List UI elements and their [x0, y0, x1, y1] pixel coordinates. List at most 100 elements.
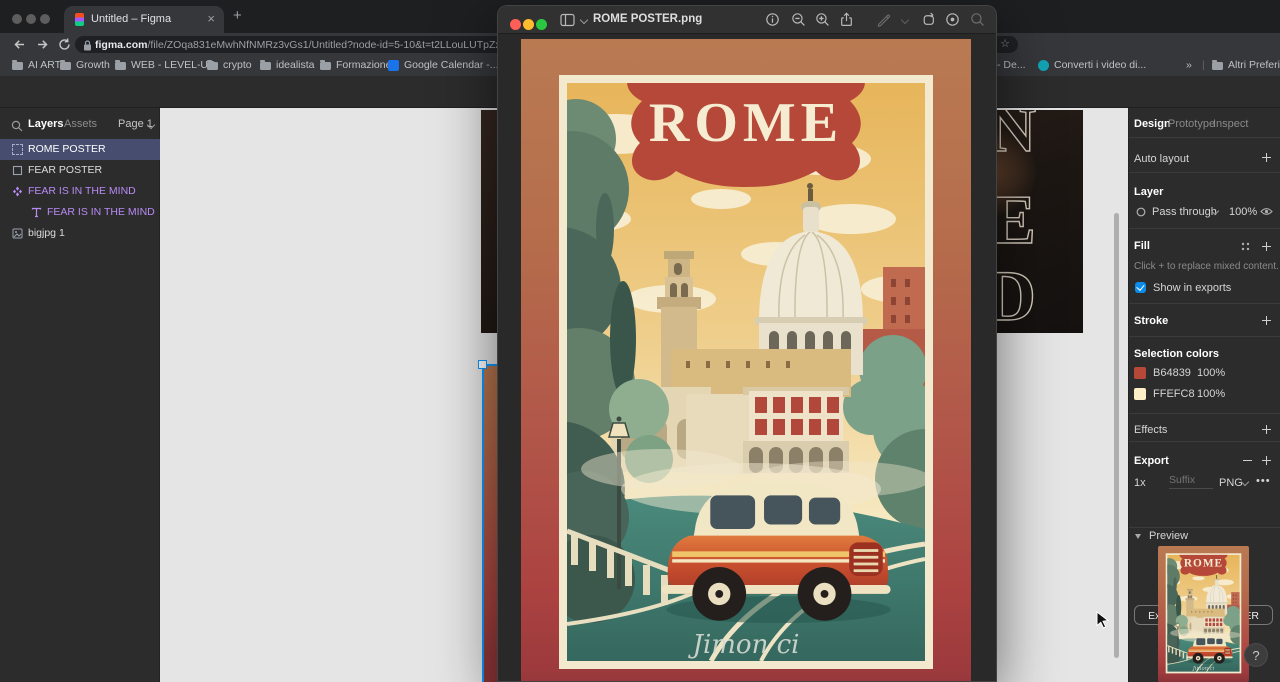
- bookmark-ai-art[interactable]: AI ART: [12, 59, 61, 73]
- ql-close-icon[interactable]: [510, 19, 521, 30]
- add-export-button[interactable]: [1262, 456, 1271, 465]
- color-opacity-1[interactable]: 100%: [1197, 367, 1225, 379]
- info-icon[interactable]: [765, 12, 780, 27]
- color-swatch-red[interactable]: [1134, 367, 1146, 379]
- url-domain: figma.com: [95, 39, 148, 51]
- folder-icon: [260, 62, 271, 70]
- back-icon[interactable]: [12, 37, 27, 52]
- bookmark-crypto[interactable]: crypto: [207, 59, 252, 73]
- markup-pen-icon[interactable]: [876, 12, 891, 27]
- forward-icon[interactable]: [35, 37, 50, 52]
- color-hex-1[interactable]: B64839: [1153, 367, 1191, 379]
- bookmark-star-icon[interactable]: ☆: [1000, 37, 1010, 50]
- lock-icon: [83, 40, 92, 51]
- canvas-scrollbar[interactable]: [1114, 213, 1119, 658]
- calendar-icon: [388, 60, 399, 71]
- url-path: /file/ZOqa831eMwhNfNMRz3vGs1/Untitled?no…: [148, 39, 523, 51]
- chevron-down-icon[interactable]: [580, 16, 588, 24]
- share-icon[interactable]: [839, 12, 854, 27]
- color-opacity-2[interactable]: 100%: [1197, 388, 1225, 400]
- layers-panel: Layers Assets Page 1 ROME POSTER FEAR PO…: [0, 108, 160, 682]
- rotate-icon[interactable]: [921, 12, 936, 27]
- rome-poster-thumbnail-art: [1158, 546, 1249, 682]
- tab-prototype[interactable]: Prototype: [1168, 118, 1215, 130]
- layer-row-rome-poster[interactable]: ROME POSTER: [0, 139, 160, 160]
- reload-icon[interactable]: [57, 37, 72, 52]
- bookmark-web-level-up[interactable]: WEB - LEVEL-UP: [115, 59, 215, 73]
- ql-minimize-icon[interactable]: [523, 19, 534, 30]
- layer-row-fear-poster[interactable]: FEAR POSTER: [0, 160, 160, 181]
- folder-icon: [12, 62, 23, 70]
- url-text: figma.com/file/ZOqa831eMwhNfNMRz3vGs1/Un…: [95, 39, 522, 51]
- window-zoom-icon[interactable]: [40, 14, 50, 24]
- export-suffix-input[interactable]: [1169, 474, 1213, 489]
- export-section-label: Export: [1134, 455, 1169, 467]
- bookmark-google-calendar[interactable]: Google Calendar -...: [388, 59, 499, 73]
- browser-tab[interactable]: Untitled – Figma ×: [64, 6, 224, 33]
- tab-design[interactable]: Design: [1134, 118, 1171, 130]
- component-icon: [12, 186, 23, 197]
- add-auto-layout-button[interactable]: [1262, 153, 1271, 162]
- chevron-down-icon[interactable]: [901, 16, 909, 24]
- blend-mode-select[interactable]: Pass through: [1152, 206, 1217, 218]
- add-stroke-button[interactable]: [1262, 316, 1271, 325]
- export-format-select[interactable]: PNG: [1219, 477, 1243, 489]
- window-minimize-icon[interactable]: [26, 14, 36, 24]
- color-swatch-cream[interactable]: [1134, 388, 1146, 400]
- divider: [1129, 413, 1280, 414]
- zoom-in-icon[interactable]: [815, 12, 830, 27]
- quicklook-window[interactable]: ROME POSTER.png: [497, 5, 997, 682]
- quicklook-title: ROME POSTER.png: [593, 13, 702, 25]
- divider: [1129, 228, 1280, 229]
- tab-assets[interactable]: Assets: [64, 118, 97, 130]
- tab-title: Untitled – Figma: [91, 13, 171, 25]
- tab-layers[interactable]: Layers: [28, 118, 63, 130]
- eye-icon[interactable]: [1260, 207, 1273, 216]
- bookmark-idealista[interactable]: idealista: [260, 59, 315, 73]
- bookmarks-overflow-icon[interactable]: »: [1186, 59, 1192, 73]
- layer-row-fear-text[interactable]: FEAR IS IN THE MIND: [0, 202, 160, 223]
- color-hex-2[interactable]: FFEFC8: [1153, 388, 1195, 400]
- remove-export-button[interactable]: [1243, 460, 1252, 461]
- selection-handle[interactable]: [478, 360, 487, 369]
- add-fill-button[interactable]: [1262, 242, 1271, 251]
- add-effect-button[interactable]: [1262, 425, 1271, 434]
- zoom-out-icon[interactable]: [791, 12, 806, 27]
- folder-icon: [1212, 62, 1223, 70]
- new-tab-button[interactable]: +: [233, 7, 242, 24]
- show-in-exports-label: Show in exports: [1153, 282, 1231, 294]
- mouse-cursor: [1096, 611, 1111, 630]
- preview-caret-icon[interactable]: [1135, 534, 1141, 539]
- styles-icon[interactable]: [1241, 242, 1250, 251]
- tab-inspect[interactable]: Inspect: [1213, 118, 1248, 130]
- tab-close-icon[interactable]: ×: [207, 11, 215, 26]
- ql-zoom-icon[interactable]: [536, 19, 547, 30]
- screenshot-root: Untitled – Figma × + figma.com/file/ZOqa…: [0, 0, 1280, 682]
- divider: [1129, 303, 1280, 304]
- blend-mode-icon[interactable]: [1136, 207, 1146, 217]
- folder-icon: [320, 62, 331, 70]
- layer-opacity-field[interactable]: 100%: [1229, 206, 1257, 218]
- text-layer-icon: [31, 207, 42, 218]
- search-icon[interactable]: [11, 120, 23, 132]
- show-in-exports-checkbox[interactable]: [1135, 282, 1146, 293]
- folder-icon: [115, 62, 126, 70]
- bookmark-formazione[interactable]: Formazione: [320, 59, 391, 73]
- design-panel: Design Prototype Inspect Auto layout Lay…: [1128, 108, 1280, 682]
- frame-dashed-icon: [12, 144, 23, 155]
- help-button[interactable]: ?: [1244, 643, 1268, 667]
- rome-poster-frame-edge[interactable]: [482, 364, 497, 682]
- ql-sidebar-icon[interactable]: [560, 13, 576, 27]
- export-more-icon[interactable]: •••: [1256, 475, 1271, 487]
- bookmark-truncated[interactable]: - De...: [997, 59, 1026, 73]
- layer-row-bigjpg[interactable]: bigjpg 1: [0, 223, 160, 244]
- bookmark-growth[interactable]: Growth: [60, 59, 110, 73]
- search-icon[interactable]: [970, 12, 985, 27]
- window-close-icon[interactable]: [12, 14, 22, 24]
- bookmark-altri-preferiti[interactable]: Altri Preferiti: [1212, 59, 1280, 73]
- export-scale[interactable]: 1x: [1134, 477, 1146, 489]
- annotate-icon[interactable]: [945, 12, 960, 27]
- layer-row-fear-component[interactable]: FEAR IS IN THE MIND: [0, 181, 160, 202]
- fill-section-label: Fill: [1134, 240, 1150, 252]
- bookmark-converti[interactable]: Converti i video di...: [1038, 59, 1146, 73]
